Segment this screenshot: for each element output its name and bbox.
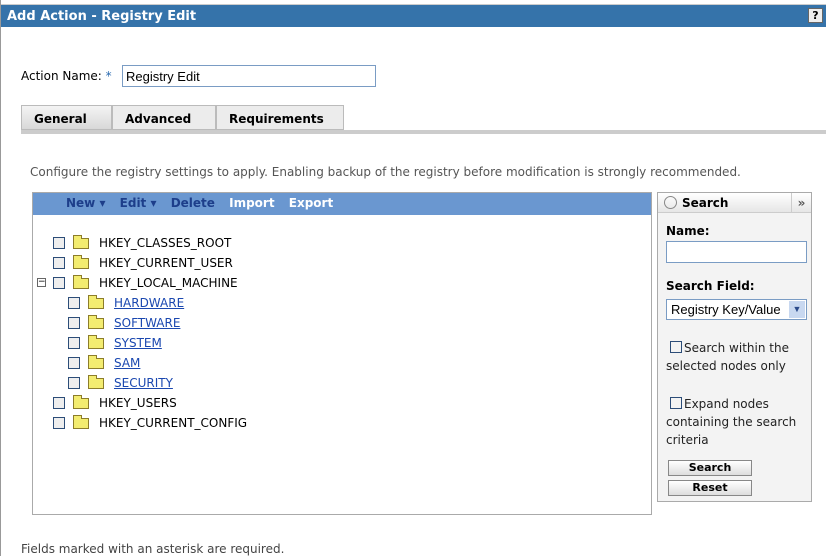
- description-text: Configure the registry settings to apply…: [30, 165, 741, 179]
- new-menu-button[interactable]: New ▾: [66, 196, 105, 210]
- node-label[interactable]: HKEY_CURRENT_USER: [99, 256, 233, 270]
- node-label[interactable]: HKEY_CURRENT_CONFIG: [99, 416, 247, 430]
- folder-icon: [73, 274, 89, 289]
- search-name-input[interactable]: [666, 241, 807, 263]
- tree-node[interactable]: HKEY_CLASSES_ROOT: [53, 234, 231, 251]
- tree-node[interactable]: HARDWARE: [68, 294, 184, 311]
- tab-advanced[interactable]: Advanced: [112, 105, 216, 130]
- expand-nodes-option[interactable]: Expand nodes containing the search crite…: [666, 395, 811, 449]
- node-checkbox[interactable]: [53, 277, 65, 289]
- registry-tree-panel: New ▾ Edit ▾ Delete Import Export HKEY_C…: [32, 192, 652, 515]
- search-field-label: Search Field:: [666, 279, 755, 293]
- tab-underline: [21, 130, 826, 134]
- node-checkbox[interactable]: [53, 397, 65, 409]
- folder-icon: [73, 394, 89, 409]
- expand-nodes-checkbox[interactable]: [670, 397, 682, 409]
- node-label[interactable]: SECURITY: [114, 376, 173, 390]
- node-label[interactable]: HKEY_CLASSES_ROOT: [99, 236, 231, 250]
- delete-button[interactable]: Delete: [171, 196, 215, 210]
- tree-node[interactable]: HKEY_CURRENT_USER: [53, 254, 233, 271]
- collapse-node-icon[interactable]: −: [37, 278, 46, 287]
- tree-toolbar: New ▾ Edit ▾ Delete Import Export: [33, 193, 651, 215]
- node-label[interactable]: SOFTWARE: [114, 316, 180, 330]
- reset-button[interactable]: Reset: [668, 480, 752, 496]
- action-name-label: Action Name: *: [21, 69, 112, 83]
- node-checkbox[interactable]: [68, 297, 80, 309]
- search-field-value: Registry Key/Value: [671, 302, 781, 317]
- window-title-bar: Add Action - Registry Edit ?: [1, 4, 826, 27]
- export-button[interactable]: Export: [289, 196, 333, 210]
- search-within-option[interactable]: Search within the selected nodes only: [666, 339, 811, 375]
- node-label[interactable]: HKEY_USERS: [99, 396, 177, 410]
- node-checkbox[interactable]: [68, 337, 80, 349]
- required-mark: *: [105, 69, 112, 83]
- search-within-checkbox[interactable]: [670, 341, 682, 353]
- name-label: Name:: [666, 224, 710, 238]
- folder-icon: [73, 414, 89, 429]
- action-name-input[interactable]: [122, 65, 376, 87]
- node-label[interactable]: SYSTEM: [114, 336, 162, 350]
- search-panel-icon: [664, 196, 677, 209]
- action-name-text: Action Name:: [21, 69, 102, 83]
- search-header: Search »: [658, 193, 811, 213]
- tab-bar: General Advanced Requirements: [21, 105, 344, 130]
- node-label[interactable]: HARDWARE: [114, 296, 184, 310]
- folder-icon: [88, 294, 104, 309]
- node-label[interactable]: HKEY_LOCAL_MACHINE: [99, 276, 238, 290]
- search-button[interactable]: Search: [668, 460, 752, 476]
- search-title: Search: [682, 195, 729, 210]
- tree-node[interactable]: HKEY_USERS: [53, 394, 177, 411]
- tab-general[interactable]: General: [21, 105, 112, 130]
- expand-nodes-label: Expand nodes containing the search crite…: [666, 397, 797, 447]
- search-panel: Search » Name: Search Field: Registry Ke…: [657, 192, 812, 502]
- tree-node[interactable]: SAM: [68, 354, 140, 371]
- help-button[interactable]: ?: [808, 8, 823, 23]
- node-checkbox[interactable]: [68, 317, 80, 329]
- search-within-label: Search within the selected nodes only: [666, 341, 789, 373]
- node-checkbox[interactable]: [53, 417, 65, 429]
- folder-icon: [73, 254, 89, 269]
- collapse-panel-icon[interactable]: »: [791, 193, 811, 213]
- folder-icon: [88, 334, 104, 349]
- window-title: Add Action - Registry Edit: [7, 9, 197, 24]
- node-checkbox[interactable]: [68, 357, 80, 369]
- node-checkbox[interactable]: [53, 257, 65, 269]
- chevron-down-icon[interactable]: ▼: [789, 301, 805, 318]
- tree-node[interactable]: HKEY_LOCAL_MACHINE: [53, 274, 238, 291]
- edit-menu-button[interactable]: Edit ▾: [120, 196, 157, 210]
- footer-note: Fields marked with an asterisk are requi…: [21, 542, 285, 556]
- node-checkbox[interactable]: [53, 237, 65, 249]
- folder-icon: [73, 234, 89, 249]
- node-checkbox[interactable]: [68, 377, 80, 389]
- node-label[interactable]: SAM: [114, 356, 140, 370]
- folder-icon: [88, 354, 104, 369]
- tree-node[interactable]: SOFTWARE: [68, 314, 180, 331]
- tree-node[interactable]: SYSTEM: [68, 334, 162, 351]
- tree-node[interactable]: SECURITY: [68, 374, 173, 391]
- import-button[interactable]: Import: [229, 196, 274, 210]
- search-field-select[interactable]: Registry Key/Value ▼: [666, 299, 807, 320]
- folder-icon: [88, 374, 104, 389]
- tab-requirements[interactable]: Requirements: [216, 105, 344, 130]
- folder-icon: [88, 314, 104, 329]
- tree-node[interactable]: HKEY_CURRENT_CONFIG: [53, 414, 247, 431]
